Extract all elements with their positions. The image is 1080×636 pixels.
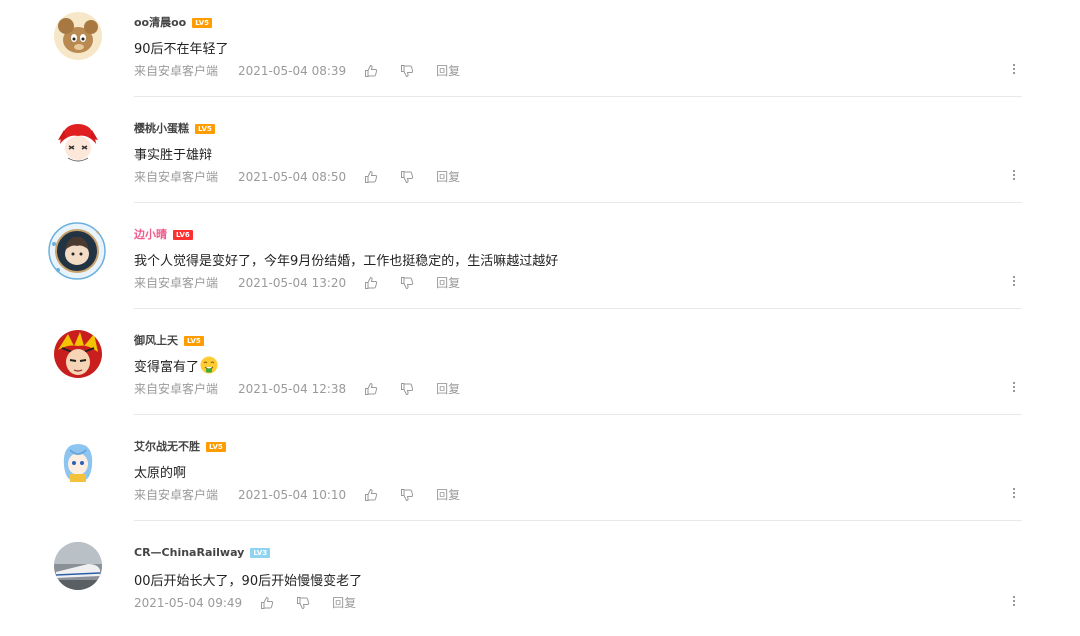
username[interactable]: oo清晨oo LV5	[134, 14, 213, 30]
comment-text: 90后不在年轻了	[134, 42, 229, 57]
level-badge: LV5	[195, 124, 215, 134]
level-badge: LV5	[192, 18, 213, 28]
comment-item: 边小晴 LV6 我个人觉得是变好了，今年9月份结婚，工作也挺稳定的，生活嘛越过越好…	[0, 212, 1080, 318]
divider	[134, 520, 1022, 521]
level-badge: LV3	[250, 548, 271, 558]
avatar[interactable]	[48, 222, 106, 280]
comment-text: 我个人觉得是变好了，今年9月份结婚，工作也挺稳定的，生活嘛越过越好	[134, 254, 559, 269]
money-face-emoji	[200, 356, 218, 374]
thumbs-up-icon[interactable]	[364, 64, 378, 78]
thumbs-up-icon[interactable]	[364, 382, 378, 396]
thumbs-down-icon[interactable]	[400, 382, 414, 396]
comment-text: 太原的啊	[134, 466, 187, 481]
more-vertical-icon[interactable]	[1010, 488, 1018, 502]
comment-text: 变得富有了	[134, 356, 218, 375]
comment-text-body: 变得富有了	[134, 360, 200, 375]
comment-meta: 来自安卓客户端 2021-05-04 12:38 回复	[134, 380, 460, 397]
timestamp: 2021-05-04 08:39	[238, 63, 347, 78]
thumbs-down-icon[interactable]	[400, 488, 414, 502]
reply-button[interactable]: 回复	[436, 274, 460, 291]
avatar[interactable]	[54, 542, 102, 590]
comment-item: 御风上天 LV5 变得富有了 来自安卓客户端 2021-05-04 12:38 回…	[0, 318, 1080, 424]
username[interactable]: 边小晴 LV6	[134, 226, 193, 242]
divider	[134, 308, 1022, 309]
comment-meta: 来自安卓客户端 2021-05-04 08:50 回复	[134, 168, 460, 185]
more-vertical-icon[interactable]	[1010, 170, 1018, 184]
level-badge: LV6	[173, 230, 193, 240]
source-label: 来自安卓客户端	[134, 382, 219, 396]
comment-text: 事实胜于雄辩	[134, 148, 213, 163]
more-vertical-icon[interactable]	[1010, 382, 1018, 396]
more-vertical-icon[interactable]	[1010, 596, 1018, 610]
source-label: 来自安卓客户端	[134, 64, 219, 78]
divider	[134, 414, 1022, 415]
level-badge: LV5	[184, 336, 204, 346]
username-text[interactable]: 边小晴	[134, 228, 167, 241]
divider	[134, 202, 1022, 203]
username[interactable]: 樱桃小蛋糕 LV5	[134, 120, 215, 136]
reply-button[interactable]: 回复	[436, 486, 460, 503]
timestamp: 2021-05-04 08:50	[238, 169, 347, 184]
username[interactable]: 艾尔战无不胜 LV5	[134, 438, 226, 454]
comment-meta: 来自安卓客户端 2021-05-04 10:10 回复	[134, 486, 460, 503]
comment-item: 艾尔战无不胜 LV5 太原的啊 来自安卓客户端 2021-05-04 10:10 …	[0, 424, 1080, 530]
more-vertical-icon[interactable]	[1010, 276, 1018, 290]
username-text[interactable]: oo清晨oo	[134, 16, 186, 29]
username[interactable]: CR—ChinaRailway LV3	[134, 546, 271, 559]
timestamp: 2021-05-04 13:20	[238, 275, 347, 290]
divider	[134, 96, 1022, 97]
username-text[interactable]: CR—ChinaRailway	[134, 546, 244, 559]
comment-meta: 来自安卓客户端 2021-05-04 08:39 回复	[134, 62, 460, 79]
thumbs-down-icon[interactable]	[400, 276, 414, 290]
timestamp: 2021-05-04 09:49	[134, 595, 243, 610]
comment-list: oo清晨oo LV5 90后不在年轻了 来自安卓客户端 2021-05-04 08…	[0, 0, 1080, 628]
avatar[interactable]	[54, 330, 102, 378]
comment-item: oo清晨oo LV5 90后不在年轻了 来自安卓客户端 2021-05-04 08…	[0, 0, 1080, 106]
comment-meta: 2021-05-04 09:49 回复	[134, 594, 356, 611]
timestamp: 2021-05-04 12:38	[238, 381, 347, 396]
comment-text: 00后开始长大了，90后开始慢慢变老了	[134, 574, 363, 589]
thumbs-down-icon[interactable]	[400, 64, 414, 78]
more-vertical-icon[interactable]	[1010, 64, 1018, 78]
avatar[interactable]	[54, 436, 102, 484]
comment-item: 樱桃小蛋糕 LV5 事实胜于雄辩 来自安卓客户端 2021-05-04 08:50…	[0, 106, 1080, 212]
source-label: 来自安卓客户端	[134, 488, 219, 502]
thumbs-down-icon[interactable]	[400, 170, 414, 184]
thumbs-down-icon[interactable]	[296, 596, 310, 610]
thumbs-up-icon[interactable]	[260, 596, 274, 610]
username-text[interactable]: 御风上天	[134, 334, 178, 347]
avatar[interactable]	[54, 12, 102, 60]
thumbs-up-icon[interactable]	[364, 488, 378, 502]
avatar[interactable]	[54, 118, 102, 166]
timestamp: 2021-05-04 10:10	[238, 487, 347, 502]
username[interactable]: 御风上天 LV5	[134, 332, 204, 348]
thumbs-up-icon[interactable]	[364, 170, 378, 184]
comment-meta: 来自安卓客户端 2021-05-04 13:20 回复	[134, 274, 460, 291]
level-badge: LV5	[206, 442, 226, 452]
comment-item: CR—ChinaRailway LV3 00后开始长大了，90后开始慢慢变老了 2…	[0, 530, 1080, 636]
reply-button[interactable]: 回复	[332, 594, 356, 611]
source-label: 来自安卓客户端	[134, 170, 219, 184]
reply-button[interactable]: 回复	[436, 62, 460, 79]
reply-button[interactable]: 回复	[436, 380, 460, 397]
username-text[interactable]: 艾尔战无不胜	[134, 440, 200, 453]
reply-button[interactable]: 回复	[436, 168, 460, 185]
source-label: 来自安卓客户端	[134, 276, 219, 290]
thumbs-up-icon[interactable]	[364, 276, 378, 290]
username-text[interactable]: 樱桃小蛋糕	[134, 122, 189, 135]
